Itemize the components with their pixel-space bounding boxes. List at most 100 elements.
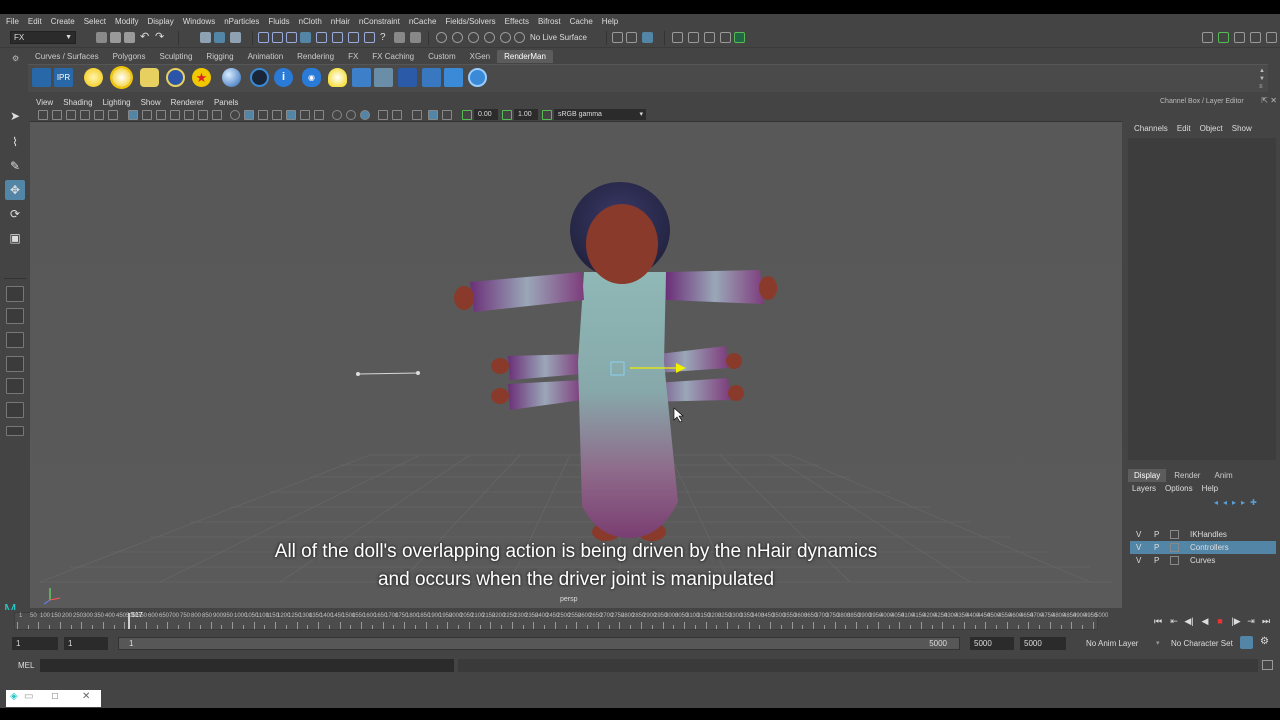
rman-star-icon[interactable]: ★ <box>192 68 211 87</box>
four-view-layout-icon[interactable] <box>6 308 24 324</box>
script-editor-icon[interactable] <box>1262 660 1273 670</box>
current-frame-marker[interactable] <box>128 613 130 629</box>
menu-edit[interactable]: Edit <box>28 17 42 26</box>
playback-end-field[interactable]: 5000 <box>970 637 1014 650</box>
reflection-icon[interactable] <box>484 32 495 43</box>
menu-nparticles[interactable]: nParticles <box>224 17 259 26</box>
xray-icon[interactable] <box>272 110 282 120</box>
grease-pencil-icon[interactable] <box>108 110 118 120</box>
shelf-tab-renderman[interactable]: RenderMan <box>497 50 553 63</box>
shelf-tab-sculpting[interactable]: Sculpting <box>153 50 200 63</box>
command-language-label[interactable]: MEL <box>18 661 34 670</box>
layer-name[interactable]: IKHandles <box>1190 528 1227 541</box>
channel-box-menu-object[interactable]: Object <box>1200 124 1223 133</box>
snap-view-icon[interactable] <box>300 32 311 43</box>
menu-set-dropdown[interactable]: FX ▼ <box>10 31 76 44</box>
minimized-window[interactable]: ◈ ▭ □ ✕ <box>6 690 101 707</box>
menu-select[interactable]: Select <box>84 17 106 26</box>
ipr-icon[interactable]: IPR <box>54 68 73 87</box>
xray-joints-icon[interactable] <box>392 110 402 120</box>
layer-playback-toggle[interactable]: P <box>1154 554 1159 567</box>
layer-menu-options[interactable]: Options <box>1165 484 1193 493</box>
menu-windows[interactable]: Windows <box>183 17 215 26</box>
shadows-icon[interactable] <box>314 110 324 120</box>
paint-select-tool-icon[interactable]: ✎ <box>5 156 25 176</box>
make-live-icon[interactable] <box>514 32 525 43</box>
auto-key-icon[interactable] <box>1240 636 1253 649</box>
layer-menu-layers[interactable]: Layers <box>1132 484 1156 493</box>
attribute-editor-icon[interactable] <box>1234 32 1245 43</box>
render-view-icon[interactable] <box>672 32 683 43</box>
viewport-menu-lighting[interactable]: Lighting <box>103 98 131 107</box>
move-tool-icon[interactable]: ✥ <box>5 180 25 200</box>
layer-action-icons[interactable]: ◂◂▸▸✚ <box>1214 498 1262 507</box>
select-hierarchy-icon[interactable] <box>200 32 211 43</box>
step-back-frame-icon[interactable]: ◀| <box>1183 616 1195 627</box>
soft-select-icon[interactable] <box>468 32 479 43</box>
shelf-settings-icon[interactable]: ⚙ <box>12 54 19 63</box>
paint-select-icon[interactable] <box>452 32 463 43</box>
select-camera-icon[interactable] <box>38 110 48 120</box>
open-scene-icon[interactable] <box>110 32 121 43</box>
material-sphere-icon[interactable] <box>222 68 241 87</box>
channel-box-icon[interactable] <box>1266 32 1277 43</box>
perspective-viewport[interactable]: All of the doll's overlapping action is … <box>30 122 1122 608</box>
snap-pivot-icon[interactable] <box>348 32 359 43</box>
menu-fluids[interactable]: Fluids <box>268 17 289 26</box>
menu-nhair[interactable]: nHair <box>331 17 350 26</box>
shelf-tab-xgen[interactable]: XGen <box>463 50 497 63</box>
outliner-persp-layout-icon[interactable] <box>6 402 24 418</box>
wireframe-icon[interactable] <box>230 110 240 120</box>
step-forward-frame-icon[interactable]: |▶ <box>1230 616 1242 627</box>
layer-tab-display[interactable]: Display <box>1128 469 1167 482</box>
channel-box-menu-channels[interactable]: Channels <box>1134 124 1168 133</box>
exposure-toggle-icon[interactable] <box>462 110 472 120</box>
eye-icon[interactable]: ◉ <box>302 68 321 87</box>
layer-color-swatch[interactable] <box>1170 530 1179 539</box>
anim-preferences-icon[interactable]: ⚙ <box>1260 636 1269 647</box>
layer-name[interactable]: Curves <box>1190 554 1215 567</box>
grid-icon[interactable] <box>352 68 371 87</box>
isolate-select-icon[interactable] <box>378 110 388 120</box>
rotate-tool-icon[interactable]: ⟳ <box>5 204 25 224</box>
menu-modify[interactable]: Modify <box>115 17 139 26</box>
select-component-icon[interactable] <box>230 32 241 43</box>
save-scene-icon[interactable] <box>124 32 135 43</box>
lasso-tool-icon[interactable]: ⌇ <box>5 132 25 152</box>
menu-display[interactable]: Display <box>148 17 174 26</box>
viewport-menu-shading[interactable]: Shading <box>63 98 92 107</box>
chart-icon[interactable] <box>422 68 441 87</box>
viewport-menu-view[interactable]: View <box>36 98 53 107</box>
restore-icon[interactable]: ▭ <box>24 691 33 702</box>
layer-visibility-toggle[interactable]: V <box>1136 528 1141 541</box>
layer-color-swatch[interactable] <box>1170 543 1179 552</box>
shelf-tab-fx-caching[interactable]: FX Caching <box>365 50 421 63</box>
construction-history-icon[interactable] <box>364 32 375 43</box>
menu-ncloth[interactable]: nCloth <box>299 17 322 26</box>
magnet-icon[interactable] <box>500 32 511 43</box>
lasso-icon[interactable] <box>436 32 447 43</box>
multisample-aa-icon[interactable] <box>360 110 370 120</box>
shelf-tab-polygons[interactable]: Polygons <box>106 50 153 63</box>
safe-action-icon[interactable] <box>198 110 208 120</box>
menu-bifrost[interactable]: Bifrost <box>538 17 561 26</box>
motion-blur-icon[interactable] <box>346 110 356 120</box>
info-icon[interactable]: i <box>274 68 293 87</box>
workspace-icon[interactable] <box>1202 32 1213 43</box>
layer-row[interactable]: V P Controllers <box>1130 541 1276 554</box>
view-transform-dropdown[interactable]: sRGB gamma ▾ <box>554 109 646 120</box>
persp-hypershade-layout-icon[interactable] <box>6 378 24 394</box>
persp-graph-layout-icon[interactable] <box>6 356 24 372</box>
renderman-render-icon[interactable] <box>32 68 51 87</box>
2d-pan-zoom-icon[interactable] <box>94 110 104 120</box>
step-forward-key-icon[interactable]: ⇥ <box>1245 616 1257 627</box>
symmetry-icon[interactable] <box>410 32 421 43</box>
textured-icon[interactable] <box>286 110 296 120</box>
viewport-menu-show[interactable]: Show <box>141 98 161 107</box>
snap-surface-icon[interactable] <box>316 32 327 43</box>
shelf-tab-fx[interactable]: FX <box>341 50 365 63</box>
daylight-icon[interactable] <box>166 68 185 87</box>
character-set-dropdown[interactable]: No Character Set <box>1171 639 1233 648</box>
layer-tab-anim[interactable]: Anim <box>1208 469 1238 482</box>
new-scene-icon[interactable] <box>96 32 107 43</box>
